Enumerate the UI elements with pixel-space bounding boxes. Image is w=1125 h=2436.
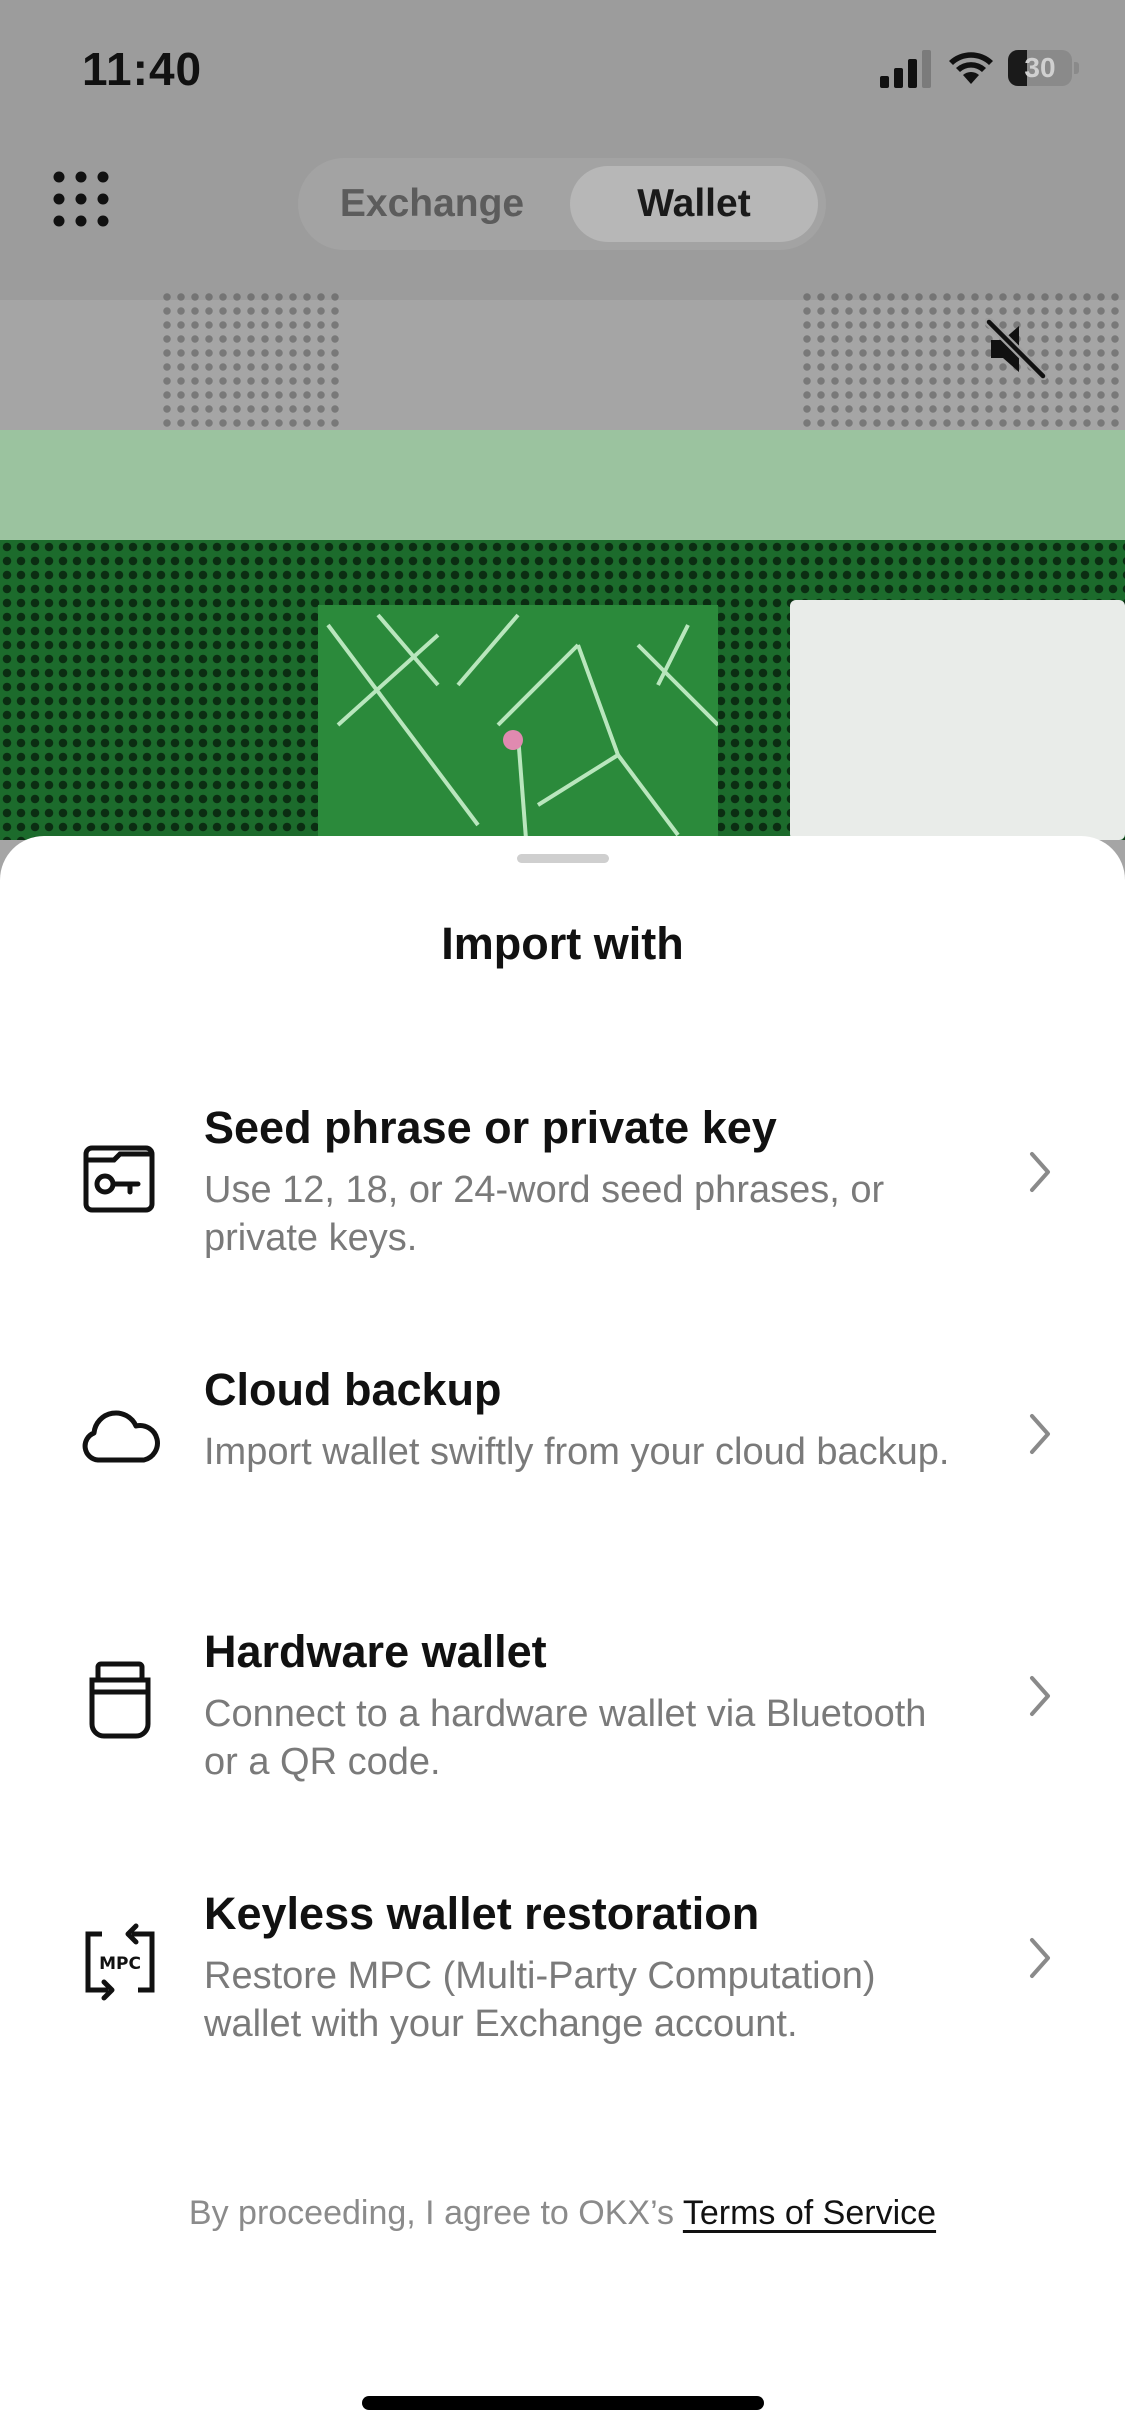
option-seed-phrase[interactable]: Seed phrase or private key Use 12, 18, o… (0, 1102, 1125, 1322)
cloud-icon (82, 1410, 160, 1463)
status-bar: 11:40 30 (0, 0, 1125, 140)
hardware-wallet-icon (89, 1661, 151, 1739)
option-description: Restore MPC (Multi-Party Computation) wa… (204, 1955, 876, 2045)
speaker-muted-icon[interactable] (985, 318, 1047, 380)
chevron-right-icon (1030, 1414, 1050, 1454)
option-hardware-wallet[interactable]: Hardware wallet Connect to a hardware wa… (0, 1626, 1125, 1846)
cellular-signal-icon (880, 50, 931, 88)
mpc-icon: MPC (85, 1923, 155, 2001)
option-title: Seed phrase or private key (204, 1102, 777, 1153)
option-description: Import wallet swiftly from your cloud ba… (204, 1431, 950, 1473)
home-indicator[interactable] (362, 2396, 764, 2410)
option-title: Keyless wallet restoration (204, 1888, 760, 1939)
exchange-wallet-switch: Exchange Wallet (298, 158, 826, 250)
key-card-icon (83, 1145, 155, 1213)
battery-cap (1074, 62, 1079, 74)
option-description: Connect to a hardware wallet via Bluetoo… (204, 1693, 927, 1783)
chevron-right-icon (1030, 1152, 1050, 1192)
tab-exchange[interactable]: Exchange (310, 166, 554, 242)
import-bottom-sheet: Import with Seed phrase or private key U… (0, 836, 1125, 2436)
chevron-right-icon (1030, 1938, 1050, 1978)
tab-wallet[interactable]: Wallet (570, 166, 818, 242)
terms-notice: By proceeding, I agree to OKX’s Terms of… (0, 2194, 1125, 2233)
grid-menu-icon[interactable] (52, 170, 110, 228)
terms-of-service-link[interactable]: Terms of Service (683, 2194, 936, 2232)
option-cloud-backup[interactable]: Cloud backup Import wallet swiftly from … (0, 1364, 1125, 1584)
option-title: Hardware wallet (204, 1626, 547, 1677)
wifi-icon (949, 52, 993, 84)
mpc-icon-label: MPC (99, 1954, 141, 1974)
sheet-grabber[interactable] (517, 854, 609, 863)
option-keyless-restoration[interactable]: MPC Keyless wallet restoration Restore M… (0, 1888, 1125, 2108)
battery-icon: 30 (1008, 50, 1080, 86)
chevron-right-icon (1030, 1676, 1050, 1716)
option-description: Use 12, 18, or 24-word seed phrases, or … (204, 1169, 885, 1259)
background-card (790, 600, 1125, 840)
background-band (0, 430, 1125, 550)
sheet-title: Import with (441, 918, 684, 969)
terms-prefix: By proceeding, I agree to OKX’s (188, 2194, 675, 2232)
battery-percentage: 30 (1024, 52, 1056, 83)
battery-body: 30 (1008, 50, 1072, 86)
status-time: 11:40 (82, 43, 203, 95)
option-title: Cloud backup (204, 1364, 502, 1415)
